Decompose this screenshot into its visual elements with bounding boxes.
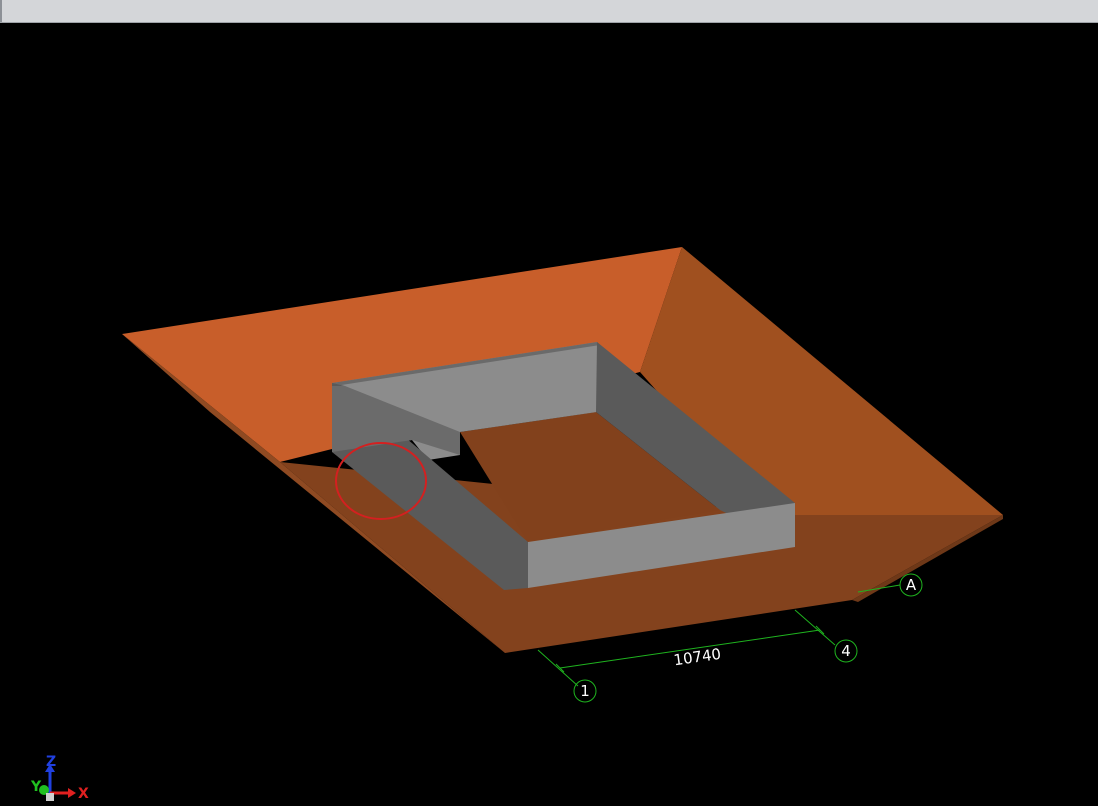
- grid-label-a[interactable]: A: [906, 576, 917, 594]
- grid-label-4[interactable]: 4: [841, 642, 851, 660]
- 3d-viewport[interactable]: 1 4 A 10740 Z Y X: [0, 23, 1098, 806]
- grid-line-1: [537, 649, 579, 687]
- axis-x-arrow: [68, 788, 76, 798]
- toolbar-edge: [0, 0, 2, 22]
- grid-label-1[interactable]: 1: [580, 682, 590, 700]
- axis-y-label: Y: [30, 779, 42, 795]
- dimension-label[interactable]: 10740: [672, 645, 722, 669]
- axis-x-label: X: [78, 786, 89, 802]
- axis-origin-box: [46, 793, 54, 801]
- top-toolbar-strip: [0, 0, 1098, 23]
- grid-line-4: [794, 609, 836, 646]
- axis-triad[interactable]: Z Y X: [30, 754, 89, 802]
- axis-z-label: Z: [46, 754, 56, 770]
- model-scene[interactable]: 1 4 A 10740 Z Y X: [0, 23, 1098, 806]
